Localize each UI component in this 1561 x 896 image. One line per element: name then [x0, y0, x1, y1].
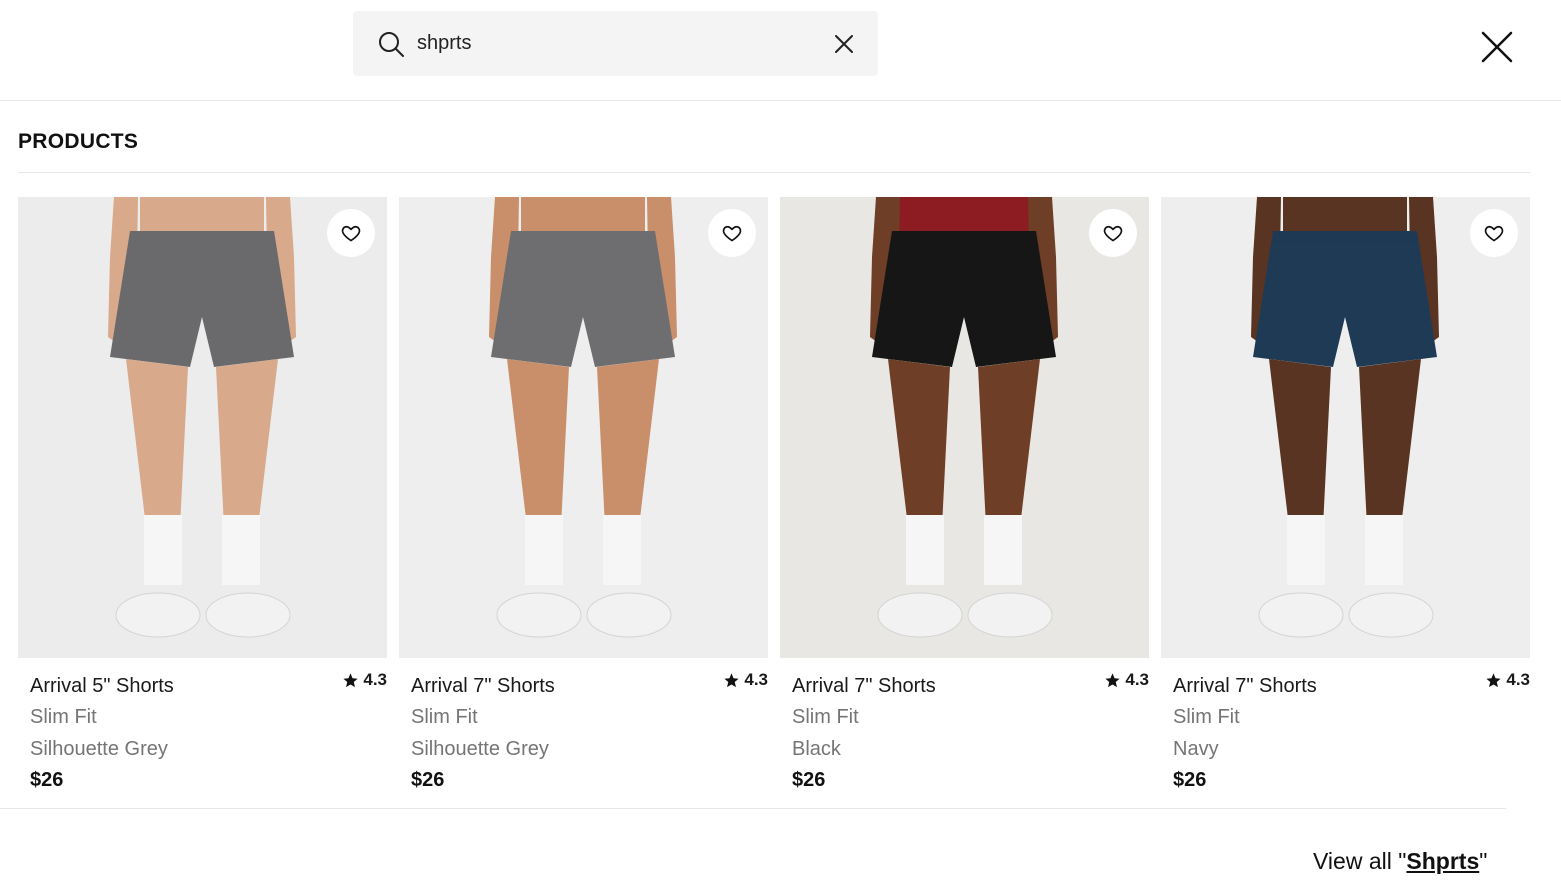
wishlist-button[interactable] [708, 209, 756, 257]
product-color: Silhouette Grey [411, 738, 549, 760]
product-color: Navy [1173, 738, 1219, 760]
products-heading: PRODUCTS [18, 130, 139, 153]
product-rating: 4.3 [1104, 670, 1149, 690]
search-input[interactable] [417, 11, 817, 76]
rating-value: 4.3 [744, 670, 768, 689]
star-icon [724, 672, 739, 687]
search-icon [379, 32, 404, 57]
product-image[interactable] [1161, 197, 1530, 658]
rating-value: 4.3 [1506, 670, 1530, 689]
product-name[interactable]: Arrival 7" Shorts [792, 675, 936, 698]
product-image[interactable] [18, 197, 387, 658]
product-card[interactable]: Arrival 7" Shorts Slim Fit Black $26 4.3 [780, 197, 1149, 797]
heart-icon [722, 225, 742, 242]
star-icon [1486, 672, 1501, 687]
star-icon [1105, 672, 1120, 687]
search-bar[interactable] [353, 11, 878, 76]
wishlist-button[interactable] [327, 209, 375, 257]
star-icon [343, 672, 358, 687]
view-all-link[interactable]: View all "Shprts" [1313, 848, 1487, 875]
close-search-icon[interactable] [1480, 30, 1514, 64]
rating-value: 4.3 [363, 670, 387, 689]
product-fit: Slim Fit [411, 706, 478, 728]
wishlist-button[interactable] [1470, 209, 1518, 257]
rating-value: 4.3 [1125, 670, 1149, 689]
search-header [0, 0, 1561, 101]
divider [18, 172, 1530, 173]
product-fit: Slim Fit [1173, 706, 1240, 728]
product-price: $26 [411, 769, 445, 791]
product-color: Black [792, 738, 841, 760]
product-rating: 4.3 [723, 670, 768, 690]
product-price: $26 [1173, 769, 1207, 791]
product-image[interactable] [780, 197, 1149, 658]
product-price: $26 [792, 769, 826, 791]
product-fit: Slim Fit [30, 706, 97, 728]
product-rating: 4.3 [1485, 670, 1530, 690]
product-fit: Slim Fit [792, 706, 859, 728]
clear-search-icon[interactable] [833, 33, 855, 55]
product-color: Silhouette Grey [30, 738, 168, 760]
product-price: $26 [30, 769, 64, 791]
product-name[interactable]: Arrival 7" Shorts [411, 675, 555, 698]
product-name[interactable]: Arrival 5" Shorts [30, 675, 174, 698]
view-all-suffix: " [1479, 848, 1488, 874]
wishlist-button[interactable] [1089, 209, 1137, 257]
heart-icon [341, 225, 361, 242]
product-grid: Arrival 5" Shorts Slim Fit Silhouette Grey… [18, 197, 1530, 807]
divider [0, 808, 1506, 809]
product-rating: 4.3 [342, 670, 387, 690]
product-card[interactable]: Arrival 7" Shorts Slim Fit Navy $26 4.3 [1161, 197, 1530, 797]
product-image[interactable] [399, 197, 768, 658]
heart-icon [1484, 225, 1504, 242]
product-card[interactable]: Arrival 5" Shorts Slim Fit Silhouette Grey… [18, 197, 387, 797]
product-card[interactable]: Arrival 7" Shorts Slim Fit Silhouette Grey… [399, 197, 768, 797]
product-name[interactable]: Arrival 7" Shorts [1173, 675, 1317, 698]
view-all-term[interactable]: Shprts [1406, 848, 1479, 874]
heart-icon [1103, 225, 1123, 242]
view-all-prefix: View all " [1313, 848, 1407, 874]
